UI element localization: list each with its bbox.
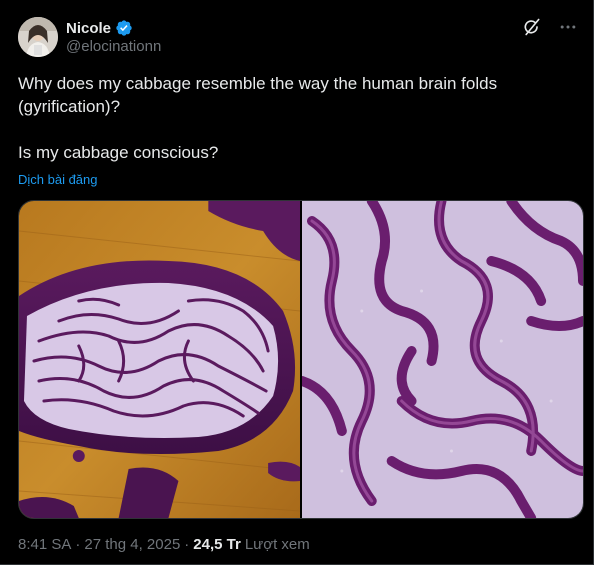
avatar[interactable] bbox=[18, 17, 58, 57]
profile-photo-icon bbox=[18, 17, 58, 57]
translate-link[interactable]: Dịch bài đăng bbox=[18, 172, 98, 187]
user-handle[interactable]: @elocinationn bbox=[66, 38, 161, 55]
views-count[interactable]: 24,5 Tr bbox=[193, 536, 241, 553]
verified-badge-icon[interactable] bbox=[115, 19, 133, 37]
tweet-text: Why does my cabbage resemble the way the… bbox=[18, 72, 538, 164]
media-image-cabbage-board[interactable] bbox=[19, 201, 300, 518]
display-name[interactable]: Nicole bbox=[66, 20, 111, 37]
tweet-date[interactable]: 27 thg 4, 2025 bbox=[84, 536, 180, 553]
cabbage-on-board-image bbox=[19, 201, 300, 518]
meta-separator: · bbox=[75, 536, 81, 553]
tweet-paragraph: Is my cabbage conscious? bbox=[18, 143, 219, 162]
tweet-paragraph: Why does my cabbage resemble the way the… bbox=[18, 74, 498, 116]
tweet-time[interactable]: 8:41 SA bbox=[18, 536, 71, 553]
views-label: Lượt xem bbox=[244, 536, 310, 553]
grok-icon[interactable] bbox=[521, 16, 543, 38]
tweet-meta: 8:41 SA · 27 thg 4, 2025 · 24,5 Tr Lượt … bbox=[18, 536, 310, 553]
media-image-cabbage-closeup[interactable] bbox=[302, 201, 583, 518]
media-grid bbox=[18, 200, 584, 519]
more-icon[interactable] bbox=[557, 16, 579, 38]
meta-separator: · bbox=[184, 536, 190, 553]
tweet[interactable]: Nicole @elocinationn Why does my cabbage… bbox=[0, 0, 594, 565]
cabbage-closeup-image bbox=[302, 201, 583, 518]
